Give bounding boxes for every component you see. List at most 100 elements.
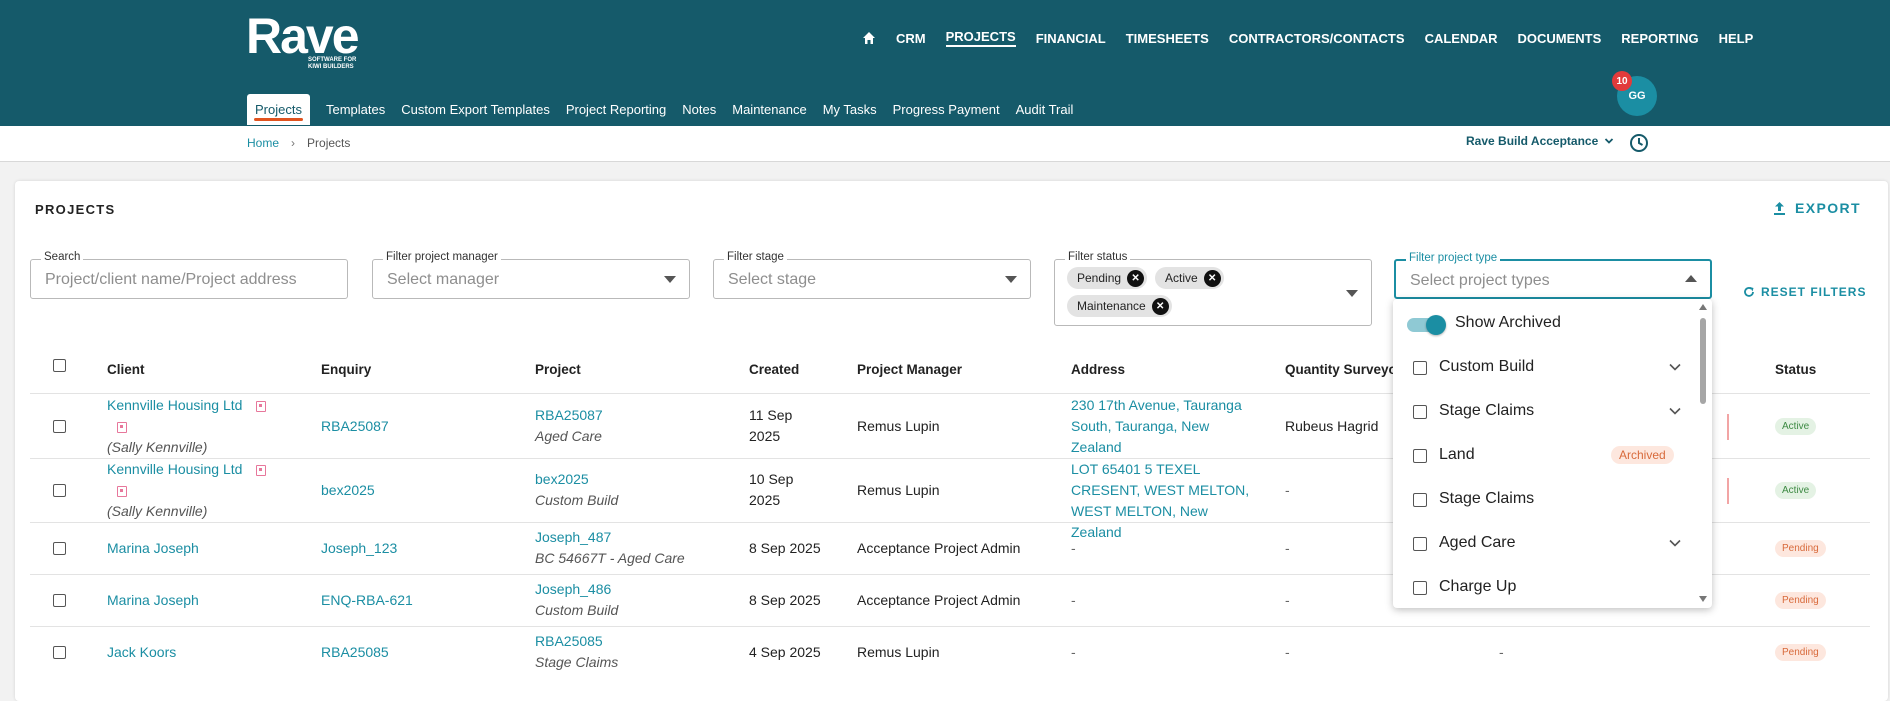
search-placeholder: Project/client name/Project address xyxy=(45,271,297,288)
enquiry-link[interactable]: Joseph_123 xyxy=(321,538,397,559)
history-clock-icon[interactable] xyxy=(1629,133,1649,153)
chip-remove-icon[interactable]: ✕ xyxy=(1127,269,1145,287)
option-checkbox[interactable] xyxy=(1413,361,1427,375)
search-input[interactable]: Search Project/client name/Project addre… xyxy=(30,251,348,299)
subnav-my-tasks[interactable]: My Tasks xyxy=(823,94,877,125)
stage-filter[interactable]: Filter stage Select stage xyxy=(713,251,1031,299)
dropdown-arrow-icon xyxy=(1005,276,1017,283)
column-project-manager[interactable]: Project Manager xyxy=(857,362,962,377)
main-nav: CRM PROJECTS FINANCIAL TIMESHEETS CONTRA… xyxy=(862,29,1773,47)
enquiry-link[interactable]: ENQ-RBA-621 xyxy=(321,590,413,611)
client-link[interactable]: Kennville Housing Ltd xyxy=(107,397,242,413)
chevron-down-icon[interactable] xyxy=(1668,536,1682,550)
status-filter[interactable]: Filter status Pending ✕ Active ✕ Mainten… xyxy=(1054,251,1372,326)
show-archived-label: Show Archived xyxy=(1455,314,1561,331)
notification-badge[interactable]: 10 xyxy=(1612,71,1632,91)
subnav-templates[interactable]: Templates xyxy=(326,94,385,125)
column-client[interactable]: Client xyxy=(107,362,145,377)
status-badge: Pending xyxy=(1775,644,1826,661)
row-checkbox[interactable] xyxy=(53,646,66,659)
client-link[interactable]: Jack Koors xyxy=(107,642,176,663)
subnav-projects[interactable]: Projects xyxy=(247,94,310,125)
address-link[interactable]: 230 17th Avenue, Tauranga South, Taurang… xyxy=(1071,395,1251,458)
option-label: Stage Claims xyxy=(1439,402,1535,419)
building-icon xyxy=(256,464,267,476)
option-checkbox[interactable] xyxy=(1413,449,1427,463)
nav-calendar[interactable]: CALENDAR xyxy=(1425,31,1498,46)
column-enquiry[interactable]: Enquiry xyxy=(321,362,371,377)
option-checkbox[interactable] xyxy=(1413,405,1427,419)
status-chip-active: Active ✕ xyxy=(1155,267,1224,289)
option-aged-care[interactable]: Aged Care xyxy=(1393,522,1693,566)
column-status[interactable]: Status xyxy=(1775,362,1816,377)
subnav-maintenance[interactable]: Maintenance xyxy=(732,94,806,125)
nav-crm[interactable]: CRM xyxy=(896,31,926,46)
column-created[interactable]: Created xyxy=(749,362,799,377)
subnav-audit-trail[interactable]: Audit Trail xyxy=(1016,94,1074,125)
archived-badge: Archived xyxy=(1611,446,1674,464)
created-date: 8 Sep 2025 xyxy=(749,592,821,608)
nav-financial[interactable]: FINANCIAL xyxy=(1036,31,1106,46)
option-custom-build[interactable]: Custom Build xyxy=(1393,346,1693,390)
breadcrumb-home[interactable]: Home xyxy=(247,136,279,150)
enquiry-link[interactable]: RBA25087 xyxy=(321,416,389,437)
select-all-checkbox[interactable] xyxy=(53,359,66,372)
nav-timesheets[interactable]: TIMESHEETS xyxy=(1126,31,1209,46)
client-cell: Kennville Housing Ltd (Sally Kennville) xyxy=(107,459,307,522)
row-checkbox[interactable] xyxy=(53,594,66,607)
manager-filter[interactable]: Filter project manager Select manager xyxy=(372,251,690,299)
project-link[interactable]: RBA25087 xyxy=(535,407,603,423)
nav-projects[interactable]: PROJECTS xyxy=(945,29,1016,47)
row-checkbox[interactable] xyxy=(53,484,66,497)
project-link[interactable]: Joseph_487 xyxy=(535,529,611,545)
subnav-progress-payment[interactable]: Progress Payment xyxy=(893,94,1000,125)
show-archived-toggle[interactable] xyxy=(1407,315,1446,335)
scroll-down-arrow-icon[interactable] xyxy=(1699,596,1707,602)
show-archived-toggle-row[interactable]: Show Archived xyxy=(1393,302,1693,346)
chevron-down-icon[interactable] xyxy=(1668,360,1682,374)
chevron-down-icon[interactable] xyxy=(1668,404,1682,418)
project-type: Aged Care xyxy=(535,428,602,444)
subnav-project-reporting[interactable]: Project Reporting xyxy=(566,94,666,125)
row-checkbox[interactable] xyxy=(53,542,66,555)
subnav-custom-export-templates[interactable]: Custom Export Templates xyxy=(401,94,550,125)
nav-help[interactable]: HELP xyxy=(1719,31,1754,46)
client-link[interactable]: Marina Joseph xyxy=(107,590,199,611)
home-icon[interactable] xyxy=(862,31,876,45)
table-row[interactable]: Jack Koors RBA25085 RBA25085 Stage Claim… xyxy=(30,627,1870,679)
client-link[interactable]: Marina Joseph xyxy=(107,538,199,559)
row-checkbox[interactable] xyxy=(53,420,66,433)
project-link[interactable]: Joseph_486 xyxy=(535,581,611,597)
chip-remove-icon[interactable]: ✕ xyxy=(1203,269,1221,287)
client-link[interactable]: Kennville Housing Ltd xyxy=(107,461,242,477)
stage-filter-placeholder: Select stage xyxy=(728,271,817,288)
export-button[interactable]: EXPORT xyxy=(1772,200,1861,216)
rave-logo[interactable]: Rave SOFTWARE FOR KIWI BUILDERS xyxy=(246,11,360,70)
option-charge-up[interactable]: Charge Up xyxy=(1393,566,1693,608)
subnav-notes[interactable]: Notes xyxy=(682,94,716,125)
reset-filters-button[interactable]: RESET FILTERS xyxy=(1743,285,1866,299)
scroll-up-arrow-icon[interactable] xyxy=(1699,304,1707,310)
project-link[interactable]: bex2025 xyxy=(535,471,589,487)
option-stage-claims-2[interactable]: Stage Claims xyxy=(1393,478,1693,522)
option-checkbox[interactable] xyxy=(1413,493,1427,507)
nav-reporting[interactable]: REPORTING xyxy=(1621,31,1698,46)
column-project[interactable]: Project xyxy=(535,362,581,377)
stage-filter-label: Filter stage xyxy=(724,251,787,263)
org-selector[interactable]: Rave Build Acceptance xyxy=(1466,134,1614,148)
option-checkbox[interactable] xyxy=(1413,537,1427,551)
column-quantity-surveyor[interactable]: Quantity Surveyor xyxy=(1285,362,1402,377)
column-address[interactable]: Address xyxy=(1071,362,1125,377)
enquiry-link[interactable]: bex2025 xyxy=(321,480,375,501)
enquiry-link[interactable]: RBA25085 xyxy=(321,642,389,663)
option-stage-claims[interactable]: Stage Claims xyxy=(1393,390,1693,434)
project-link[interactable]: RBA25085 xyxy=(535,633,603,649)
scrollbar-thumb[interactable] xyxy=(1700,318,1706,404)
nav-documents[interactable]: DOCUMENTS xyxy=(1518,31,1602,46)
chip-remove-icon[interactable]: ✕ xyxy=(1151,297,1169,315)
project-type-filter[interactable]: Filter project type Select project types xyxy=(1394,252,1712,299)
nav-contractors-contacts[interactable]: CONTRACTORS/CONTACTS xyxy=(1229,31,1405,46)
option-checkbox[interactable] xyxy=(1413,581,1427,595)
option-land[interactable]: Land Archived xyxy=(1393,434,1693,478)
project-cell: RBA25087 Aged Care xyxy=(535,405,603,447)
